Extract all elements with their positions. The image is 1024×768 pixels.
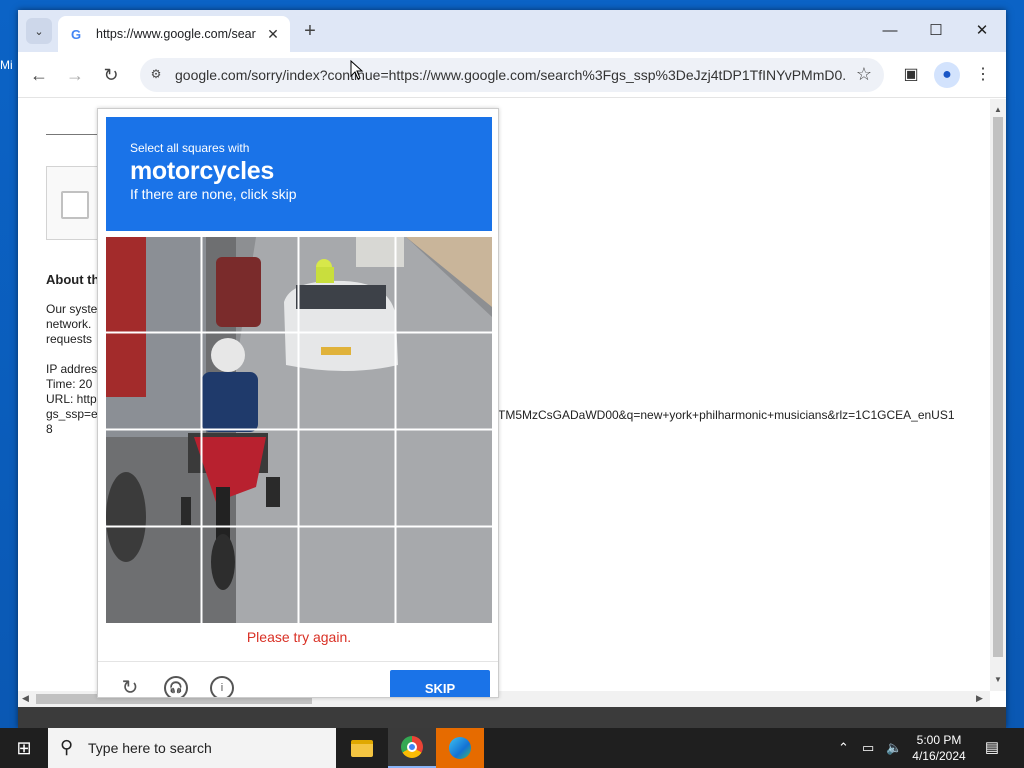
window-bottom-strip (18, 707, 1006, 728)
url-text-tail: TM5MzCsGADaWD00&q=new+york+philharmonic+… (498, 408, 955, 422)
search-placeholder: Type here to search (88, 740, 212, 756)
clock-time: 5:00 PM (916, 733, 962, 747)
scroll-left-icon[interactable]: ◀ (22, 693, 29, 704)
error-message: Please try again. (246, 629, 352, 645)
reload-button[interactable]: ↻ (98, 62, 124, 88)
grid-lines (106, 237, 492, 623)
site-info-icon[interactable]: ⚙ (148, 67, 164, 83)
google-favicon-icon: G (70, 26, 82, 42)
address-bar[interactable]: ⚙ google.com/sorry/index?continue=https:… (140, 58, 884, 92)
vertical-scroll-thumb[interactable] (993, 117, 1003, 657)
about-heading: About th (46, 272, 100, 287)
back-button[interactable]: ← (26, 62, 52, 88)
recaptcha-checkbox[interactable] (61, 191, 89, 219)
scroll-right-icon[interactable]: ▶ (976, 693, 983, 704)
audio-challenge-icon[interactable]: 🎧 (164, 676, 188, 697)
tab-close-button[interactable]: ✕ (264, 25, 282, 43)
url-text[interactable]: google.com/sorry/index?continue=https://… (175, 67, 845, 83)
target-object: motorcycles (130, 157, 274, 185)
scroll-down-icon[interactable]: ▼ (994, 675, 1002, 684)
minimize-button[interactable]: — (870, 18, 910, 44)
notifications-icon[interactable]: ▤ (982, 738, 1002, 758)
system-clock[interactable]: 5:00 PM 4/16/2024 (906, 732, 972, 764)
instruction-line: Select all squares with (130, 141, 250, 155)
chevron-down-icon: ⌄ (34, 25, 44, 38)
vertical-scrollbar[interactable]: ▲ ▼ (990, 99, 1006, 691)
captcha-instructions: Select all squares with motorcycles If t… (106, 117, 492, 231)
browser-toolbar: ← → ↻ ⚙ google.com/sorry/index?continue=… (18, 52, 1006, 98)
captcha-image-grid (106, 237, 492, 623)
title-bar: ⌄ G https://www.google.com/sear ✕ + — ☐ … (18, 10, 1006, 52)
reload-icon: ↻ (103, 65, 119, 85)
network-icon[interactable]: ▭ (862, 728, 874, 768)
chrome-icon[interactable] (388, 728, 436, 768)
reload-challenge-icon[interactable]: ↻ (118, 676, 142, 697)
file-explorer-icon[interactable] (338, 728, 386, 768)
captcha-footer: ↻ 🎧 i SKIP (98, 661, 498, 697)
arrow-right-icon: → (66, 65, 84, 85)
captcha-challenge-dialog: Select all squares with motorcycles If t… (97, 108, 499, 698)
instruction-skip-hint: If there are none, click skip (130, 186, 297, 202)
bookmark-star-icon[interactable]: ☆ (856, 64, 872, 85)
plus-icon: + (304, 20, 316, 42)
clock-date: 4/16/2024 (912, 749, 966, 763)
skip-button[interactable]: SKIP (390, 670, 490, 697)
maximize-button[interactable]: ☐ (916, 18, 956, 44)
tab-active[interactable]: G https://www.google.com/sear ✕ (58, 16, 290, 52)
profile-avatar-icon[interactable]: ● (934, 62, 960, 88)
taskbar: ⊞ ⚲ Type here to search ⌃ ▭ 🔈 5:00 PM 4/… (0, 728, 1024, 768)
volume-muted-icon[interactable]: 🔈 (886, 728, 902, 768)
tab-search-button[interactable]: ⌄ (26, 18, 52, 44)
scroll-up-icon[interactable]: ▲ (994, 105, 1002, 114)
more-menu-icon[interactable]: ⋮ (970, 62, 996, 88)
side-panel-icon[interactable]: ▣ (898, 62, 924, 88)
taskbar-search-box[interactable]: ⚲ Type here to search (48, 728, 336, 768)
tab-title: https://www.google.com/sear (96, 27, 256, 41)
forward-button[interactable]: → (62, 62, 88, 88)
desktop-icon-label: Mi (0, 58, 13, 72)
mouse-cursor-icon (350, 60, 364, 80)
search-icon: ⚲ (60, 737, 74, 757)
edge-icon[interactable] (436, 728, 484, 768)
close-button[interactable]: ✕ (962, 18, 1002, 44)
show-hidden-icons-chevron-icon[interactable]: ⌃ (838, 728, 849, 768)
new-tab-button[interactable]: + (298, 20, 322, 44)
windows-start-icon[interactable]: ⊞ (0, 728, 48, 768)
info-icon[interactable]: i (210, 676, 234, 697)
arrow-left-icon: ← (30, 65, 48, 85)
close-icon: ✕ (267, 26, 279, 42)
